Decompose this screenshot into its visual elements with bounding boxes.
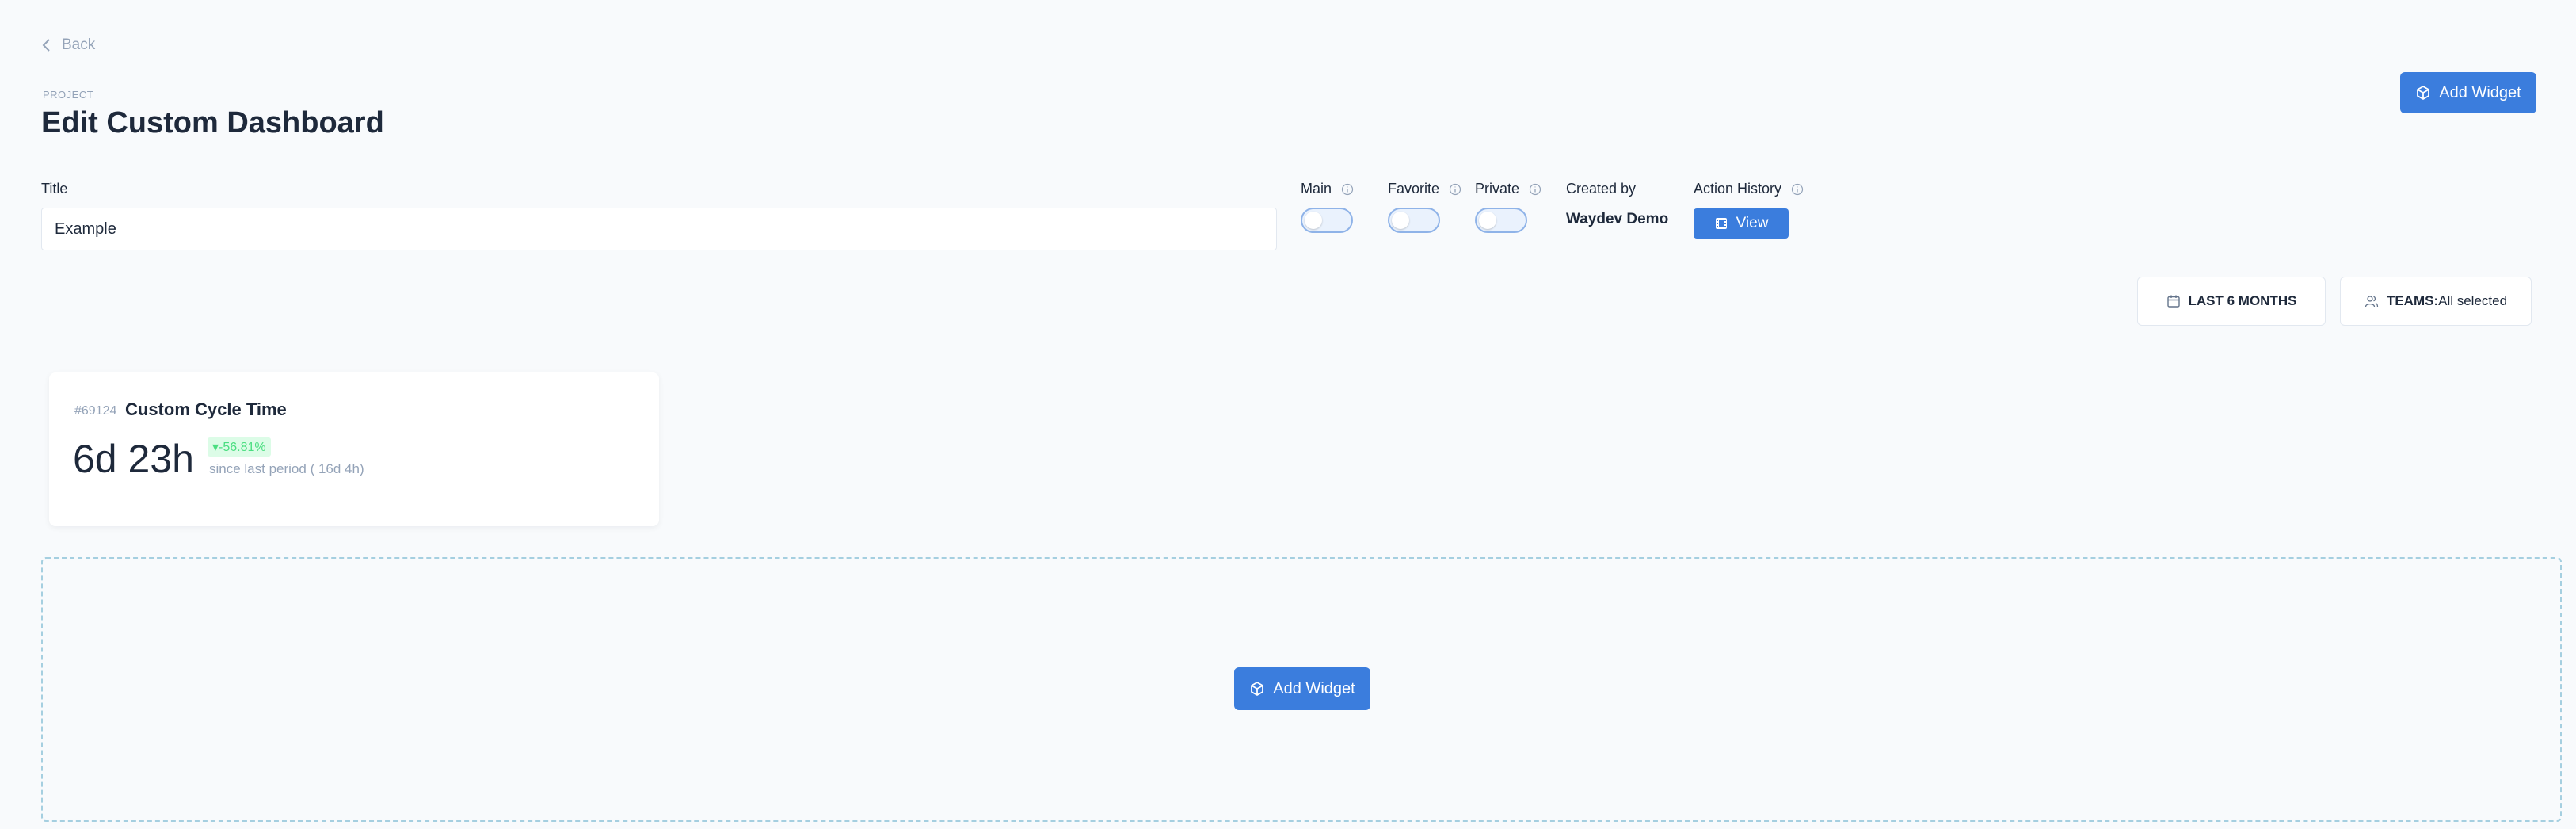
add-widget-label: Add Widget [2439, 83, 2521, 101]
widget-card[interactable]: #69124 Custom Cycle Time 6d 23h ▾-56.81%… [49, 372, 659, 526]
toggle-knob [1305, 212, 1322, 229]
title-label: Title [41, 181, 68, 197]
widget-id: #69124 [74, 404, 117, 418]
widget-value: 6d 23h [73, 437, 194, 481]
toggle-knob [1479, 212, 1496, 229]
toggle-knob [1392, 212, 1409, 229]
period-label: LAST 6 MONTHS [2188, 293, 2297, 308]
title-input[interactable] [41, 208, 1277, 250]
comparison-text: since last period ( 16d 4h) [209, 461, 364, 476]
main-label: Main [1301, 181, 1332, 197]
back-label: Back [62, 36, 96, 53]
film-icon [1715, 218, 1727, 229]
calendar-icon [2166, 295, 2180, 308]
add-widget-button[interactable]: Add Widget [2400, 72, 2536, 113]
teams-value: All selected [2438, 293, 2508, 308]
info-icon[interactable] [1529, 183, 1541, 196]
cube-icon [2417, 86, 2430, 100]
info-icon[interactable] [1341, 183, 1354, 196]
main-toggle[interactable] [1301, 208, 1353, 233]
widget-title: Custom Cycle Time [125, 399, 287, 419]
add-widget-label: Add Widget [1273, 679, 1355, 697]
page-eyebrow: PROJECT [43, 89, 94, 101]
action-history-text: Action History [1694, 181, 1782, 197]
action-history-label: Action History [1694, 181, 1804, 197]
created-by-label: Created by [1566, 181, 1637, 197]
favorite-toggle[interactable] [1388, 208, 1440, 233]
private-toggle-label: Private [1475, 181, 1541, 197]
chevron-left-icon [42, 39, 50, 52]
view-history-button[interactable]: View [1694, 208, 1789, 239]
info-icon[interactable] [1791, 183, 1804, 196]
cube-icon [1251, 682, 1264, 696]
teams-prefix: TEAMS: [2386, 293, 2439, 308]
private-label: Private [1475, 181, 1520, 197]
teams-filter-button[interactable]: TEAMS:All selected [2340, 277, 2532, 326]
info-icon[interactable] [1449, 183, 1461, 196]
change-badge: ▾-56.81% [208, 437, 271, 457]
add-widget-dropzone-button[interactable]: Add Widget [1234, 667, 1370, 710]
page-title: Edit Custom Dashboard [41, 106, 384, 139]
users-icon [2365, 296, 2379, 308]
back-link[interactable]: Back [41, 36, 95, 54]
favorite-label: Favorite [1388, 181, 1440, 197]
teams-filter-text: TEAMS:All selected [2387, 293, 2507, 309]
created-by-value: Waydev Demo [1566, 211, 1669, 227]
view-label: View [1736, 215, 1769, 231]
favorite-toggle-label: Favorite [1388, 181, 1461, 197]
private-toggle[interactable] [1475, 208, 1527, 233]
period-filter-button[interactable]: LAST 6 MONTHS [2137, 277, 2326, 326]
main-toggle-label: Main [1301, 181, 1354, 197]
